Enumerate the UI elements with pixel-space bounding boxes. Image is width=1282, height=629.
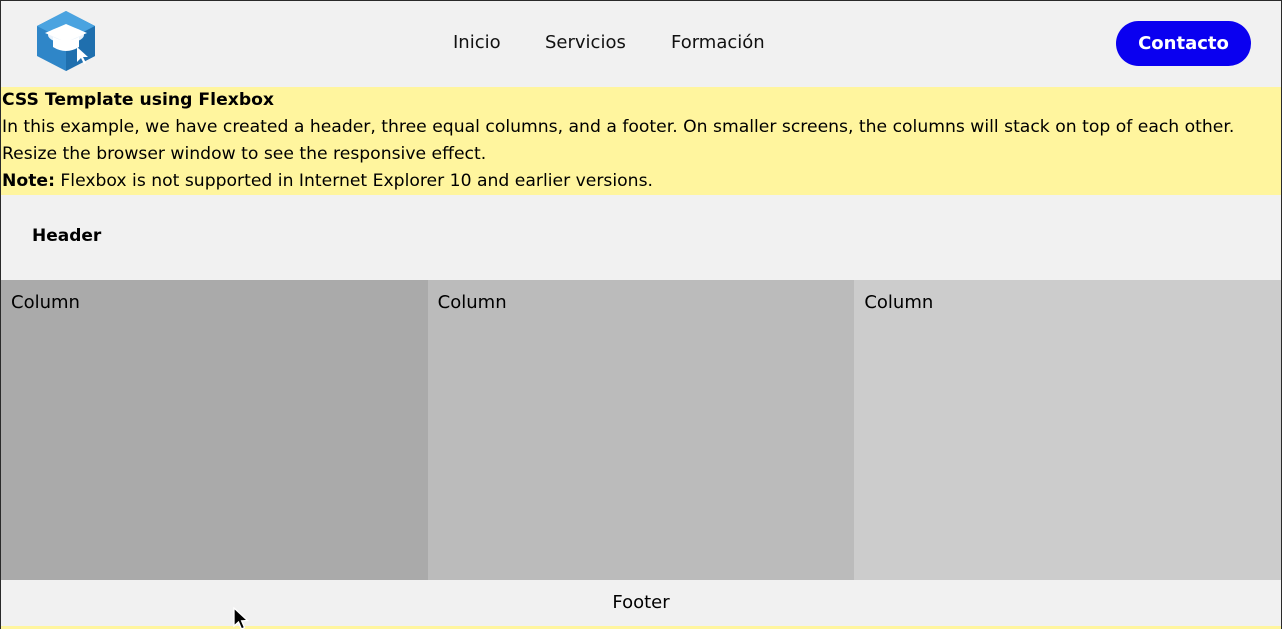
nav-link-servicios[interactable]: Servicios: [545, 32, 626, 53]
graduation-cap-logo-icon[interactable]: [33, 9, 99, 73]
note-line-1: In this example, we have created a heade…: [2, 117, 1235, 137]
note-text: Flexbox is not supported in Internet Exp…: [54, 171, 653, 191]
column-1-label: Column: [11, 292, 80, 313]
mouse-cursor-icon: [233, 607, 250, 629]
page-footer: Footer: [1, 580, 1281, 626]
column-2: Column: [427, 280, 855, 580]
nav-link-formacion[interactable]: Formación: [671, 32, 765, 53]
page-header: Header: [1, 195, 1281, 280]
header-text: Header: [32, 226, 102, 246]
footer-text: Footer: [612, 592, 670, 613]
note-line-3: Note: Flexbox is not supported in Intern…: [2, 168, 1281, 195]
column-1: Column: [1, 280, 428, 580]
nav-link-inicio[interactable]: Inicio: [453, 32, 501, 53]
column-3-label: Column: [864, 292, 934, 313]
column-2-label: Column: [437, 292, 507, 313]
contact-button[interactable]: Contacto: [1116, 21, 1251, 66]
note-line-2: Resize the browser window to see the res…: [2, 144, 487, 164]
page-frame: Inicio Servicios Formación Contacto CSS …: [0, 0, 1282, 629]
note-title: CSS Template using Flexbox: [2, 90, 275, 110]
columns-row: Column Column Column: [1, 280, 1282, 580]
note-label: Note:: [2, 171, 55, 191]
column-3: Column: [854, 280, 1282, 580]
top-navbar: Inicio Servicios Formación Contacto: [1, 1, 1281, 87]
info-note: CSS Template using Flexbox In this examp…: [1, 87, 1281, 195]
